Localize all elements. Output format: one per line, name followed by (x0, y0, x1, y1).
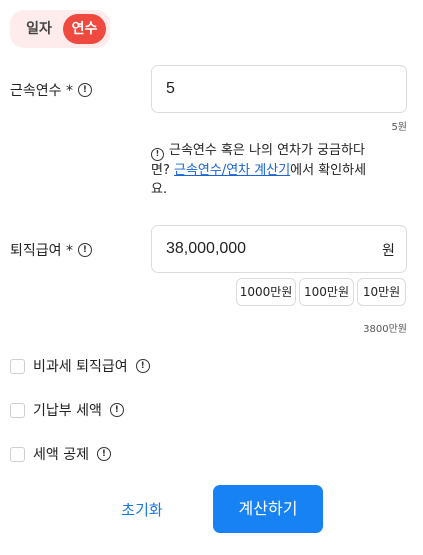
option-label: 기납부 세액 (33, 403, 102, 419)
toggle-option-date[interactable]: 일자 (16, 14, 62, 44)
checkbox[interactable] (10, 402, 25, 418)
service-years-label-row: 근속연수 * ! (10, 80, 92, 100)
option-tax-free-retirement-pay[interactable]: 비과세 퇴직급여 ! (10, 356, 150, 376)
info-icon[interactable]: ! (109, 403, 124, 417)
retirement-pay-unit: 원 (382, 243, 395, 259)
info-icon[interactable]: ! (135, 359, 150, 373)
option-prepaid-tax[interactable]: 기납부 세액 ! (10, 400, 124, 420)
add-100man-chip[interactable]: 100만원 (299, 278, 354, 306)
retirement-pay-label-row: 퇴직급여 * ! (10, 240, 92, 260)
info-icon[interactable]: ! (77, 243, 92, 257)
checkbox[interactable] (10, 446, 25, 462)
add-1000man-chip[interactable]: 1000만원 (236, 278, 296, 306)
mode-toggle: 일자 연수 (10, 10, 110, 48)
info-icon[interactable]: ! (77, 83, 92, 97)
service-years-note: ! 근속연수 혹은 나의 연차가 궁금하다면? 근속연수/연차 계산기에서 확인하… (151, 141, 381, 199)
service-years-hint: 5원 (391, 122, 407, 133)
service-years-input[interactable] (151, 65, 407, 113)
retirement-pay-hint: 3800만원 (363, 324, 407, 335)
info-icon: ! (151, 147, 164, 161)
checkbox[interactable] (10, 358, 25, 374)
option-tax-credit[interactable]: 세액 공제 ! (10, 444, 111, 464)
retirement-pay-label: 퇴직급여 * (10, 243, 73, 259)
service-years-calculator-link[interactable]: 근속연수/연차 계산기 (174, 163, 290, 178)
option-label: 비과세 퇴직급여 (33, 359, 128, 375)
retirement-pay-input[interactable] (151, 225, 407, 273)
option-label: 세액 공제 (33, 447, 89, 463)
toggle-option-years[interactable]: 연수 (63, 14, 106, 44)
info-icon[interactable]: ! (96, 447, 111, 461)
calculate-button[interactable]: 계산하기 (213, 485, 323, 533)
service-years-label: 근속연수 * (10, 83, 73, 99)
reset-button[interactable]: 초기화 (102, 490, 182, 530)
add-10man-chip[interactable]: 10만원 (357, 278, 406, 306)
